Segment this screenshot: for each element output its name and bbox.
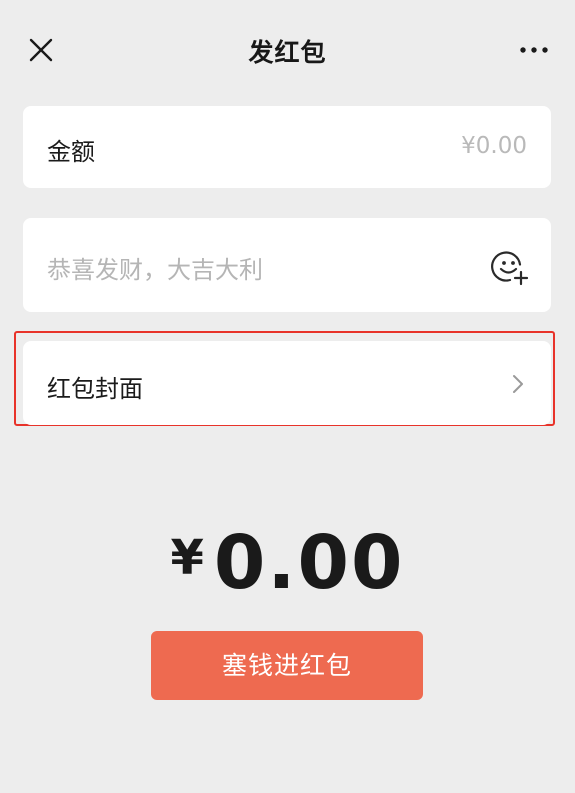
top-bar: 发红包: [0, 0, 575, 100]
page-title: 发红包: [248, 38, 327, 67]
currency-symbol: ¥: [170, 530, 204, 586]
emoji-add-icon: [491, 251, 529, 286]
amount-label: 金额: [47, 138, 95, 166]
greeting-input[interactable]: 恭喜发财，大吉大利: [47, 250, 263, 285]
greeting-field[interactable]: 恭喜发财，大吉大利: [23, 218, 551, 312]
more-button[interactable]: [517, 33, 551, 67]
total-value: 0.00: [213, 520, 405, 606]
emoji-button[interactable]: [491, 248, 531, 288]
cover-row[interactable]: 红包封面: [23, 341, 551, 425]
submit-button[interactable]: 塞钱进红包: [151, 631, 423, 700]
chevron-right-icon: [513, 375, 523, 393]
cover-label: 红包封面: [47, 375, 143, 403]
total-amount: ¥0.00: [0, 520, 575, 606]
amount-field[interactable]: 金额 ¥0.00: [23, 106, 551, 188]
amount-input[interactable]: ¥0.00: [461, 133, 527, 159]
more-dots-icon: [520, 47, 548, 53]
